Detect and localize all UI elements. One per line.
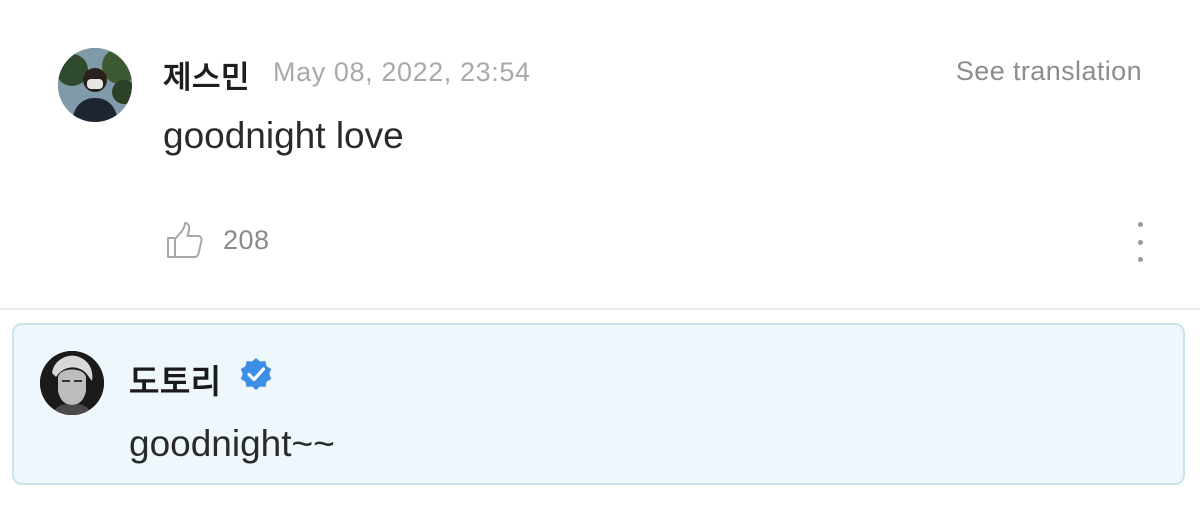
more-vertical-icon-dot <box>1137 257 1143 262</box>
like-count: 208 <box>223 224 270 255</box>
replier-avatar[interactable] <box>40 351 104 415</box>
divider <box>0 308 1200 310</box>
comment-thread: 제스민 May 08, 2022, 23:54 See translation … <box>0 0 1200 514</box>
verified-badge-icon <box>240 358 272 390</box>
reply-author[interactable]: 도토리 <box>129 355 222 403</box>
reply-text: goodnight~~ <box>129 423 335 464</box>
comment-text: goodnight love <box>163 115 404 156</box>
comment: 제스민 May 08, 2022, 23:54 See translation … <box>0 0 1200 308</box>
comment-author[interactable]: 제스민 <box>163 52 250 97</box>
like-button[interactable]: 208 <box>165 220 270 260</box>
see-translation-link[interactable]: See translation <box>956 56 1142 87</box>
replier-avatar-image <box>40 351 104 415</box>
comment-timestamp: May 08, 2022, 23:54 <box>273 57 531 87</box>
artist-reply: 도토리 goodnight~~ <box>12 323 1185 485</box>
more-vertical-icon <box>1137 222 1143 227</box>
more-options-button[interactable] <box>1126 222 1154 262</box>
commenter-avatar-image <box>58 48 132 122</box>
commenter-avatar[interactable] <box>58 48 132 122</box>
more-vertical-icon-dot <box>1137 239 1143 245</box>
thumbs-up-icon <box>167 222 203 258</box>
